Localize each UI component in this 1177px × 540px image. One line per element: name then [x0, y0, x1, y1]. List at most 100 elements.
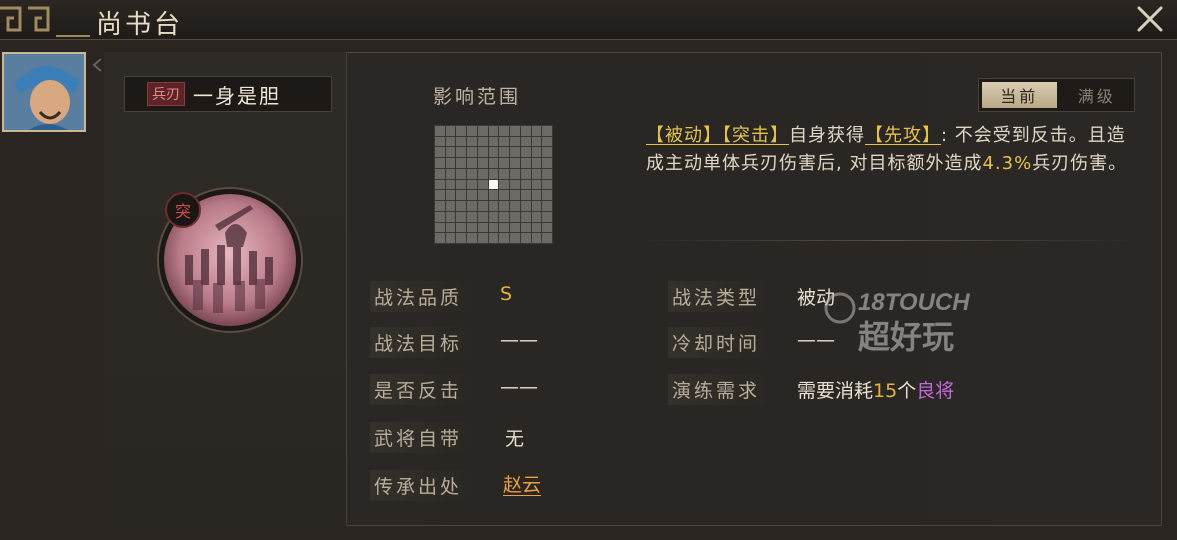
range-cell	[531, 211, 542, 222]
range-cell	[435, 126, 445, 136]
range-cell	[467, 233, 477, 243]
range-cell	[531, 222, 542, 233]
range-cell	[542, 147, 552, 158]
range-cell	[477, 211, 488, 222]
range-cell	[499, 168, 510, 179]
range-cell	[435, 168, 445, 179]
range-cell	[510, 136, 520, 147]
range-cell	[435, 147, 445, 158]
range-cell	[435, 179, 445, 190]
range-cell	[467, 179, 477, 190]
range-cell	[531, 190, 542, 201]
range-cell	[488, 222, 499, 233]
training-count: 15	[873, 380, 898, 402]
range-cell	[435, 158, 445, 168]
attr-value-training: 需要消耗15个良将	[797, 376, 954, 403]
skill-name-box: 兵刃 一身是胆	[124, 76, 332, 112]
range-cell	[477, 136, 488, 147]
corner-ornament-icon	[0, 6, 90, 37]
range-cell	[499, 211, 510, 222]
range-cell	[456, 201, 467, 211]
range-cell	[531, 233, 542, 243]
attr-label-counter: 是否反击	[370, 374, 471, 405]
range-cell	[510, 201, 520, 211]
tab-current[interactable]: 当前	[982, 82, 1057, 108]
range-cell	[542, 201, 552, 211]
range-cell	[445, 190, 456, 201]
range-cell	[477, 168, 488, 179]
range-cell	[456, 136, 467, 147]
range-cell	[467, 126, 477, 136]
range-cell	[467, 211, 477, 222]
skill-description: 【被动】【突击】自身获得【先攻】: 不会受到反击。且造成主动单体兵刃伤害后, 对…	[646, 122, 1136, 178]
source-general-link[interactable]: 赵云	[503, 470, 541, 497]
range-cell	[445, 158, 456, 168]
range-cell	[456, 211, 467, 222]
range-cell	[488, 136, 499, 147]
range-cell	[456, 168, 467, 179]
watermark-line2: 超好玩	[858, 318, 954, 356]
range-cell-target	[488, 179, 499, 190]
range-cell	[510, 147, 520, 158]
panel-divider	[346, 52, 347, 526]
range-cell	[467, 201, 477, 211]
description-segment: 【先攻】	[865, 125, 941, 146]
range-cell	[456, 158, 467, 168]
description-segment: 4.3%	[982, 153, 1033, 174]
watermark-icon: 18TOUCH 超好玩	[824, 289, 970, 356]
training-unit: 个	[897, 380, 917, 402]
range-cell	[520, 190, 531, 201]
range-cell	[542, 190, 552, 201]
skill-badge: 突	[165, 192, 201, 228]
range-cell	[477, 158, 488, 168]
range-cell	[488, 201, 499, 211]
training-item-link[interactable]: 良将	[916, 380, 954, 402]
range-cell	[499, 147, 510, 158]
range-cell	[456, 147, 467, 158]
range-cell	[520, 136, 531, 147]
range-cell	[542, 222, 552, 233]
range-cell	[445, 233, 456, 243]
range-cell	[445, 211, 456, 222]
attr-label-training: 演练需求	[668, 374, 769, 405]
close-button[interactable]	[1133, 2, 1167, 36]
range-cell	[477, 147, 488, 158]
skill-name: 一身是胆	[193, 83, 281, 108]
tab-max-level[interactable]: 满级	[1060, 79, 1135, 111]
top-bar: 尚书台	[0, 0, 1177, 40]
range-cell	[531, 136, 542, 147]
range-cell	[499, 158, 510, 168]
range-cell	[467, 168, 477, 179]
attr-label-type: 战法类型	[668, 281, 769, 312]
range-cell	[488, 190, 499, 201]
range-cell	[488, 126, 499, 136]
attr-label-target: 战法目标	[370, 327, 471, 358]
attr-value-quality: S	[500, 283, 513, 305]
range-cell	[477, 222, 488, 233]
range-cell	[488, 233, 499, 243]
range-cell	[499, 190, 510, 201]
general-avatar[interactable]	[2, 52, 86, 132]
range-cell	[467, 136, 477, 147]
range-cell	[520, 201, 531, 211]
arrow-left-icon	[92, 58, 102, 72]
range-cell	[531, 147, 542, 158]
range-cell	[520, 126, 531, 136]
range-cell	[445, 222, 456, 233]
range-cell	[488, 168, 499, 179]
range-cell	[520, 147, 531, 158]
range-cell	[531, 179, 542, 190]
range-cell	[467, 158, 477, 168]
attr-label-cooldown: 冷却时间	[668, 327, 769, 358]
range-cell	[520, 158, 531, 168]
range-cell	[435, 222, 445, 233]
range-cell	[499, 201, 510, 211]
range-cell	[542, 168, 552, 179]
range-cell	[531, 126, 542, 136]
range-cell	[542, 179, 552, 190]
description-segment: 【被动】	[646, 125, 722, 146]
range-cell	[542, 158, 552, 168]
range-cell	[445, 179, 456, 190]
range-label: 影响范围	[433, 86, 522, 108]
range-cell	[510, 190, 520, 201]
